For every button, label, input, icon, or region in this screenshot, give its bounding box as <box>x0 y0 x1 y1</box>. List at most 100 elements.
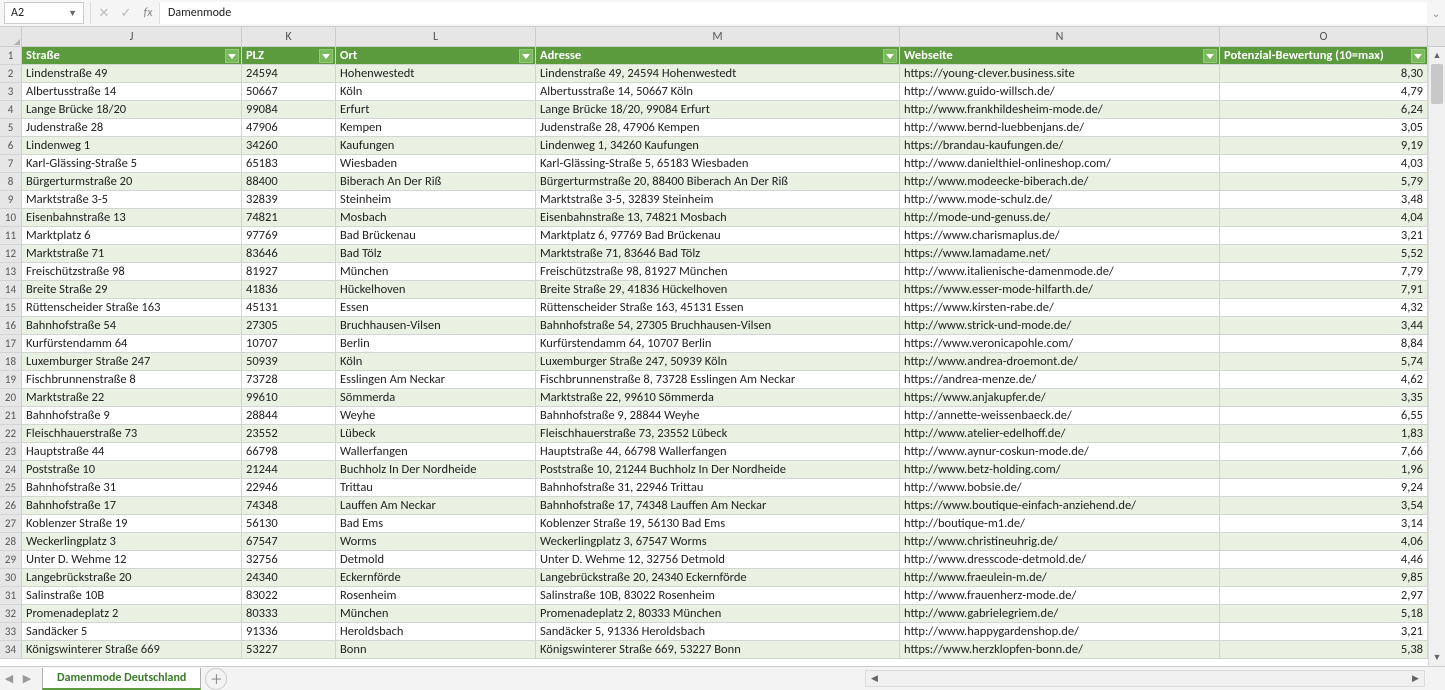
table-header[interactable]: PLZ <box>242 47 336 65</box>
cell[interactable]: Eisenbahnstraße 13, 74821 Mosbach <box>536 209 900 227</box>
chevron-down-icon[interactable]: ▼ <box>68 8 77 19</box>
row-header-8[interactable]: 8 <box>0 173 22 191</box>
cell[interactable]: 4,04 <box>1220 209 1428 227</box>
row-header-22[interactable]: 22 <box>0 425 22 443</box>
cell[interactable]: 9,24 <box>1220 479 1428 497</box>
cell[interactable]: Hauptstraße 44, 66798 Wallerfangen <box>536 443 900 461</box>
row-header-3[interactable]: 3 <box>0 83 22 101</box>
cell[interactable]: http://www.italienische-damenmode.de/ <box>900 263 1220 281</box>
cell[interactable]: http://www.bernd-luebbenjans.de/ <box>900 119 1220 137</box>
cell[interactable]: Lindenweg 1, 34260 Kaufungen <box>536 137 900 155</box>
cell[interactable]: Lübeck <box>336 425 536 443</box>
row-header-26[interactable]: 26 <box>0 497 22 515</box>
cell[interactable]: http://mode-und-genuss.de/ <box>900 209 1220 227</box>
cell[interactable]: Luxemburger Straße 247, 50939 Köln <box>536 353 900 371</box>
tab-nav-next-icon[interactable]: ▶ <box>18 672 36 685</box>
cell[interactable]: Bonn <box>336 641 536 659</box>
cell[interactable]: Promenadeplatz 2, 80333 München <box>536 605 900 623</box>
cell[interactable]: 41836 <box>242 281 336 299</box>
cell[interactable]: 3,05 <box>1220 119 1428 137</box>
cell[interactable]: Detmold <box>336 551 536 569</box>
cell[interactable]: 45131 <box>242 299 336 317</box>
cell[interactable]: Lauffen Am Neckar <box>336 497 536 515</box>
cell[interactable]: Lange Brücke 18/20 <box>22 101 242 119</box>
cell[interactable]: 32839 <box>242 191 336 209</box>
cell[interactable]: 66798 <box>242 443 336 461</box>
cell[interactable]: http://www.fraeulein-m.de/ <box>900 569 1220 587</box>
cell[interactable]: 83646 <box>242 245 336 263</box>
cell[interactable]: Langebrückstraße 20 <box>22 569 242 587</box>
row-header-7[interactable]: 7 <box>0 155 22 173</box>
cell[interactable]: 4,32 <box>1220 299 1428 317</box>
cell[interactable]: http://www.frankhildesheim-mode.de/ <box>900 101 1220 119</box>
cell[interactable]: https://www.esser-mode-hilfarth.de/ <box>900 281 1220 299</box>
cell[interactable]: http://www.modeecke-biberach.de/ <box>900 173 1220 191</box>
cell[interactable]: Eckernförde <box>336 569 536 587</box>
scroll-up-icon[interactable]: ▲ <box>1429 47 1445 64</box>
row-header-28[interactable]: 28 <box>0 533 22 551</box>
cell[interactable]: Lindenweg 1 <box>22 137 242 155</box>
cell[interactable]: 4,62 <box>1220 371 1428 389</box>
cell[interactable]: Bürgerturmstraße 20 <box>22 173 242 191</box>
cell[interactable]: Weckerlingplatz 3, 67547 Worms <box>536 533 900 551</box>
cell[interactable]: http://boutique-m1.de/ <box>900 515 1220 533</box>
cell[interactable]: Albertusstraße 14 <box>22 83 242 101</box>
cell[interactable]: Marktstraße 71, 83646 Bad Tölz <box>536 245 900 263</box>
vertical-scrollbar[interactable]: ▲ ▼ <box>1428 47 1445 666</box>
cell[interactable]: 65183 <box>242 155 336 173</box>
fx-icon[interactable]: fx <box>137 2 159 24</box>
cell[interactable]: 81927 <box>242 263 336 281</box>
row-header-12[interactable]: 12 <box>0 245 22 263</box>
cell[interactable]: Fischbrunnenstraße 8, 73728 Esslingen Am… <box>536 371 900 389</box>
table-header[interactable]: Potenzial-Bewertung (10=max) <box>1220 47 1428 65</box>
cell[interactable]: 99610 <box>242 389 336 407</box>
row-header-17[interactable]: 17 <box>0 335 22 353</box>
cell[interactable]: 83022 <box>242 587 336 605</box>
row-header-25[interactable]: 25 <box>0 479 22 497</box>
cell[interactable]: Bürgerturmstraße 20, 88400 Biberach An D… <box>536 173 900 191</box>
cell[interactable]: 80333 <box>242 605 336 623</box>
cell[interactable]: Poststraße 10 <box>22 461 242 479</box>
cell[interactable]: Weyhe <box>336 407 536 425</box>
cell[interactable]: https://www.kirsten-rabe.de/ <box>900 299 1220 317</box>
cell[interactable]: Hohenwestedt <box>336 65 536 83</box>
cell[interactable]: Bahnhofstraße 9, 28844 Weyhe <box>536 407 900 425</box>
cell[interactable]: 28844 <box>242 407 336 425</box>
cell[interactable]: 7,79 <box>1220 263 1428 281</box>
row-header-16[interactable]: 16 <box>0 317 22 335</box>
cell[interactable]: 1,83 <box>1220 425 1428 443</box>
cell[interactable]: http://www.andrea-droemont.de/ <box>900 353 1220 371</box>
cell[interactable]: 24340 <box>242 569 336 587</box>
row-header-24[interactable]: 24 <box>0 461 22 479</box>
cell[interactable]: Königswinterer Straße 669, 53227 Bonn <box>536 641 900 659</box>
cell[interactable]: http://www.frauenherz-mode.de/ <box>900 587 1220 605</box>
select-all-corner[interactable] <box>0 27 22 46</box>
column-header-L[interactable]: L <box>336 27 536 46</box>
cell[interactable]: 3,21 <box>1220 623 1428 641</box>
cell[interactable]: Steinheim <box>336 191 536 209</box>
cell[interactable]: 8,84 <box>1220 335 1428 353</box>
cell[interactable]: Koblenzer Straße 19, 56130 Bad Ems <box>536 515 900 533</box>
cell[interactable]: 10707 <box>242 335 336 353</box>
spreadsheet-grid[interactable]: 1StraßePLZOrtAdresseWebseitePotenzial-Be… <box>0 47 1445 659</box>
cell[interactable]: Marktstraße 22 <box>22 389 242 407</box>
cell[interactable]: Freischützstraße 98 <box>22 263 242 281</box>
row-header-14[interactable]: 14 <box>0 281 22 299</box>
row-header-33[interactable]: 33 <box>0 623 22 641</box>
scroll-left-icon[interactable]: ◀ <box>866 673 883 684</box>
cell[interactable]: 24594 <box>242 65 336 83</box>
cell[interactable]: 34260 <box>242 137 336 155</box>
cell[interactable]: Erfurt <box>336 101 536 119</box>
cell[interactable]: Koblenzer Straße 19 <box>22 515 242 533</box>
table-header[interactable]: Adresse <box>536 47 900 65</box>
cell[interactable]: Buchholz In Der Nordheide <box>336 461 536 479</box>
row-header-15[interactable]: 15 <box>0 299 22 317</box>
cell[interactable]: 27305 <box>242 317 336 335</box>
row-header-5[interactable]: 5 <box>0 119 22 137</box>
cell[interactable]: Bruchhausen-Vilsen <box>336 317 536 335</box>
cell[interactable]: Fischbrunnenstraße 8 <box>22 371 242 389</box>
column-header-M[interactable]: M <box>536 27 900 46</box>
cell[interactable]: 74821 <box>242 209 336 227</box>
cell[interactable]: http://www.danielthiel-onlineshop.com/ <box>900 155 1220 173</box>
cell[interactable]: 3,14 <box>1220 515 1428 533</box>
